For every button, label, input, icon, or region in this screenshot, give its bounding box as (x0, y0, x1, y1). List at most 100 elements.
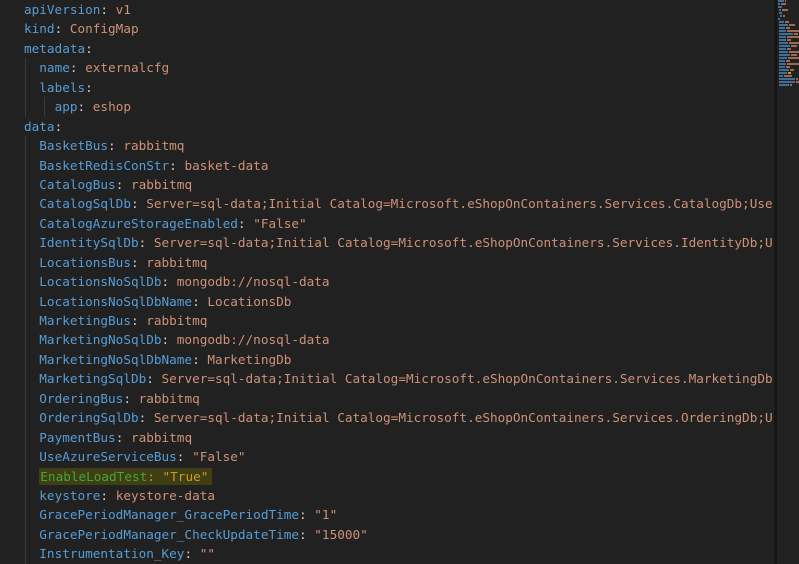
code-line[interactable]: LocationsNoSqlDbName: LocationsDb (0, 292, 775, 311)
code-text: IdentitySqlDb: Server=sql-data;Initial C… (39, 235, 775, 250)
code-line[interactable]: UseAzureServiceBus: "False" (0, 447, 775, 466)
minimap-line-mark (779, 39, 799, 41)
code-line[interactable]: MarketingNoSqlDbName: MarketingDb (0, 350, 775, 369)
yaml-key: UseAzureServiceBus (39, 449, 177, 464)
code-line[interactable]: EnableLoadTest: "True" (0, 467, 775, 486)
minimap-key-mark (779, 69, 789, 71)
yaml-key: LocationsBus (39, 255, 131, 270)
yaml-key: OrderingBus (39, 391, 123, 406)
minimap-key-mark (779, 78, 795, 80)
yaml-value: MarketingDb (207, 352, 291, 367)
code-line[interactable]: metadata: (0, 39, 775, 58)
yaml-colon: : (70, 60, 85, 75)
indent-guide (25, 369, 26, 388)
code-line[interactable]: LocationsBus: rabbitmq (0, 253, 775, 272)
indent-guide (25, 214, 26, 233)
code-line[interactable]: kind: ConfigMap (0, 19, 775, 38)
minimap-key-mark (778, 6, 782, 8)
yaml-key: EnableLoadTest (40, 469, 147, 484)
yaml-key: MarketingSqlDb (39, 371, 146, 386)
code-text: GracePeriodManager_GracePeriodTime: "1" (39, 507, 337, 522)
code-line[interactable]: GracePeriodManager_GracePeriodTime: "1" (0, 505, 775, 524)
indent-guide (25, 272, 26, 291)
code-line[interactable]: labels: (0, 78, 775, 97)
yaml-colon: : (184, 546, 199, 561)
minimap-line-mark (779, 66, 799, 68)
yaml-colon: : (100, 2, 115, 17)
minimap-line-mark (778, 3, 799, 5)
code-text: GracePeriodManager_CheckUpdateTime: "150… (39, 527, 367, 542)
indent-guide (25, 233, 26, 252)
yaml-colon: : (192, 294, 207, 309)
code-line[interactable]: CatalogAzureStorageEnabled: "False" (0, 214, 775, 233)
minimap-value-mark (781, 3, 786, 5)
yaml-key: metadata (24, 41, 85, 56)
yaml-colon: : (85, 41, 93, 56)
code-line[interactable]: BasketBus: rabbitmq (0, 136, 775, 155)
minimap-line-mark (779, 81, 799, 83)
yaml-colon: : (162, 274, 177, 289)
code-text: metadata: (24, 41, 93, 56)
minimap-line-mark (778, 6, 799, 8)
yaml-value: "False" (192, 449, 245, 464)
code-editor-window: { "app": { "kind": "code-editor", "langu… (0, 0, 799, 564)
minimap-line-mark (779, 33, 799, 35)
code-text: app: eshop (55, 99, 131, 114)
code-text: name: externalcfg (39, 60, 169, 75)
minimap-key-mark (779, 42, 788, 44)
code-line[interactable]: MarketingSqlDb: Server=sql-data;Initial … (0, 369, 775, 388)
code-line[interactable]: OrderingBus: rabbitmq (0, 389, 775, 408)
minimap-value-mark (786, 66, 790, 68)
yaml-value: Server=sql-data;Initial Catalog=Microsof… (162, 371, 775, 386)
minimap-line-mark (779, 84, 799, 86)
yaml-colon: : (123, 391, 138, 406)
minimap-value-mark (796, 78, 798, 80)
minimap-key-mark (779, 57, 787, 59)
indent-guide (25, 156, 26, 175)
code-line[interactable]: LocationsNoSqlDb: mongodb://nosql-data (0, 272, 775, 291)
code-line[interactable]: CatalogSqlDb: Server=sql-data;Initial Ca… (0, 194, 775, 213)
yaml-colon: : (238, 216, 253, 231)
code-line[interactable]: OrderingSqlDb: Server=sql-data;Initial C… (0, 408, 775, 427)
minimap-value-mark (785, 0, 786, 2)
code-line[interactable]: name: externalcfg (0, 58, 775, 77)
minimap-line-mark (779, 57, 799, 59)
yaml-colon: : (162, 332, 177, 347)
yaml-value: rabbitmq (146, 313, 207, 328)
yaml-key: labels (39, 80, 85, 95)
code-line[interactable]: keystore: keystore-data (0, 486, 775, 505)
minimap-line-mark (779, 75, 799, 77)
code-text: apiVersion: v1 (24, 2, 131, 17)
minimap-value-mark (788, 72, 791, 74)
minimap[interactable] (777, 0, 799, 564)
code-line[interactable]: apiVersion: v1 (0, 0, 775, 19)
code-line[interactable]: CatalogBus: rabbitmq (0, 175, 775, 194)
yaml-key: MarketingBus (39, 313, 131, 328)
yaml-key: GracePeriodManager_CheckUpdateTime (39, 527, 299, 542)
minimap-line-mark (779, 60, 799, 62)
minimap-line-mark (779, 42, 799, 44)
code-line[interactable]: GracePeriodManager_CheckUpdateTime: "150… (0, 525, 775, 544)
code-text: BasketBus: rabbitmq (39, 138, 184, 153)
yaml-key: kind (24, 21, 55, 36)
code-line[interactable]: MarketingNoSqlDb: mongodb://nosql-data (0, 330, 775, 349)
yaml-colon: : (131, 196, 146, 211)
code-line[interactable]: BasketRedisConStr: basket-data (0, 156, 775, 175)
minimap-line-mark (779, 78, 799, 80)
yaml-value: "True" (163, 469, 209, 484)
code-line[interactable]: PaymentBus: rabbitmq (0, 428, 775, 447)
minimap-key-mark (779, 30, 786, 32)
code-line[interactable]: app: eshop (0, 97, 775, 116)
editor[interactable]: apiVersion: v1kind: ConfigMapmetadata:na… (0, 0, 775, 564)
code-line[interactable]: IdentitySqlDb: Server=sql-data;Initial C… (0, 233, 775, 252)
minimap-line-mark (779, 45, 799, 47)
yaml-value: Server=sql-data;Initial Catalog=Microsof… (146, 196, 775, 211)
yaml-colon: : (139, 235, 154, 250)
code-line[interactable]: Instrumentation_Key: "" (0, 544, 775, 563)
code-text: Instrumentation_Key: "" (39, 546, 215, 561)
yaml-colon: : (78, 99, 93, 114)
yaml-key: MarketingNoSqlDb (39, 332, 161, 347)
yaml-key: MarketingNoSqlDbName (39, 352, 192, 367)
code-line[interactable]: data: (0, 117, 775, 136)
code-line[interactable]: MarketingBus: rabbitmq (0, 311, 775, 330)
